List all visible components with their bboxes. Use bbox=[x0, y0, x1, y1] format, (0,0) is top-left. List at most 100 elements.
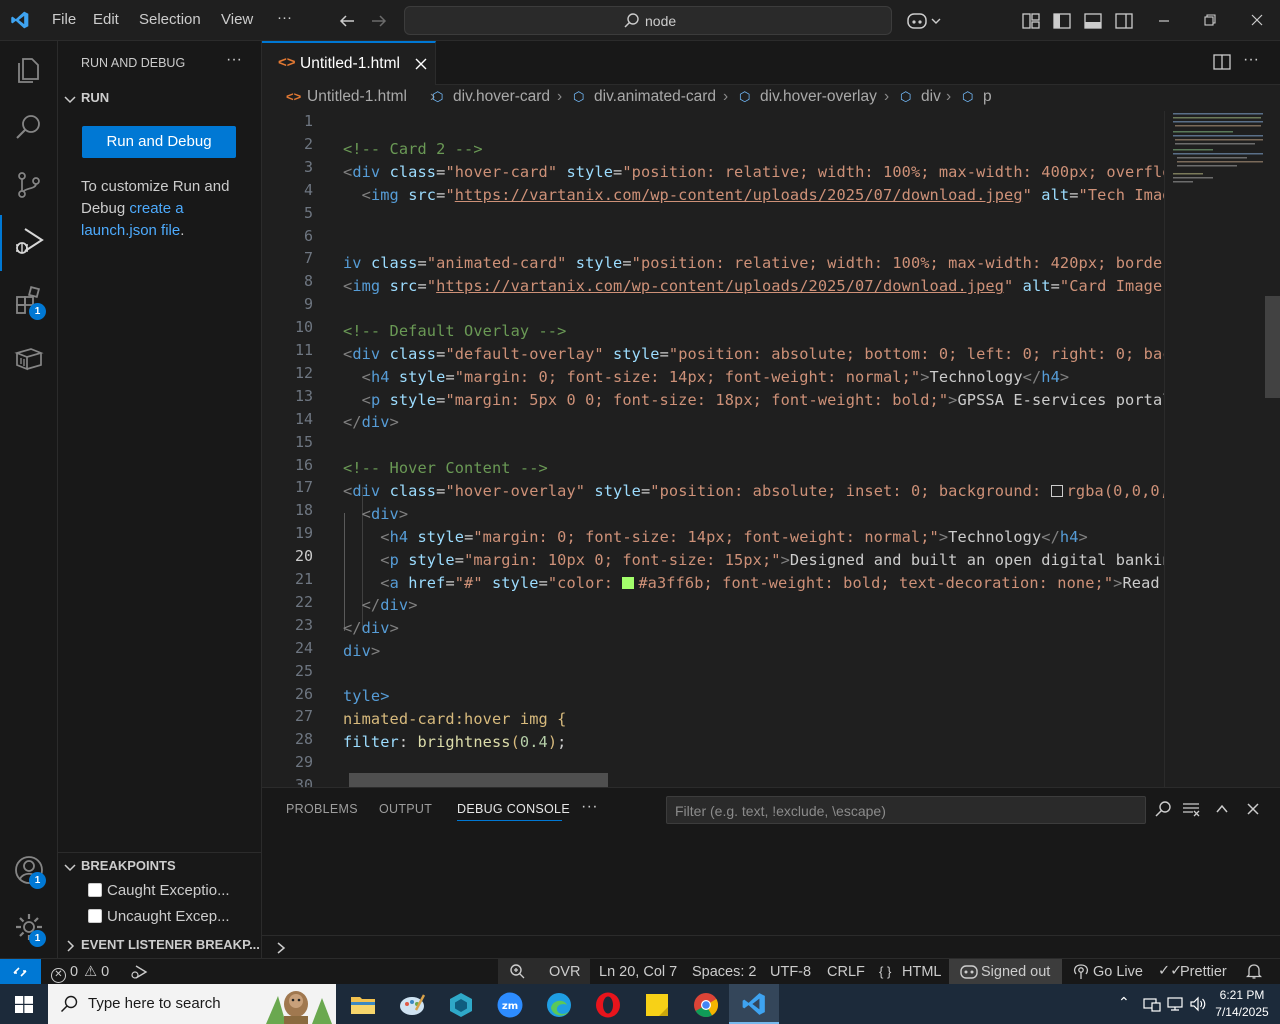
breadcrumb-item[interactable]: Untitled-1.html bbox=[307, 88, 407, 106]
sticky-notes-icon[interactable] bbox=[645, 992, 669, 1018]
account-status[interactable]: Signed out bbox=[949, 959, 1062, 985]
start-button[interactable] bbox=[0, 984, 48, 1024]
notifications-bell-icon[interactable] bbox=[1246, 963, 1262, 980]
code-string: "Card Image" bbox=[1059, 277, 1172, 295]
minimap[interactable] bbox=[1164, 111, 1264, 787]
divider bbox=[58, 852, 261, 853]
extensions-badge: 1 bbox=[29, 303, 46, 320]
title-bar: File Edit Selection View ··· node bbox=[0, 0, 1280, 41]
code-line-3: <div class="hover-card" style="position:… bbox=[343, 163, 1172, 181]
breakpoint-caught-exceptions[interactable]: Caught Exceptio... bbox=[88, 882, 230, 899]
code-url[interactable]: https://vartanix.com/wp-content/uploads/… bbox=[436, 277, 1004, 295]
toggle-secondary-sidebar-icon[interactable] bbox=[1115, 12, 1133, 30]
toggle-primary-sidebar-icon[interactable] bbox=[1053, 12, 1071, 30]
split-editor-icon[interactable] bbox=[1213, 53, 1231, 71]
line-number: 1 bbox=[303, 112, 313, 130]
edge-browser-icon[interactable] bbox=[546, 992, 572, 1018]
run-and-debug-button[interactable]: Run and Debug bbox=[82, 126, 236, 158]
editor-more-icon[interactable]: ··· bbox=[1243, 51, 1259, 69]
debug-console-input[interactable] bbox=[262, 935, 1280, 959]
color-swatch[interactable] bbox=[622, 577, 635, 589]
menu-file[interactable]: File bbox=[52, 11, 76, 28]
breadcrumb-item[interactable]: div.hover-overlay bbox=[760, 88, 877, 106]
tab-debug-console[interactable]: DEBUG CONSOLE bbox=[457, 802, 570, 816]
eol-status[interactable]: CRLF bbox=[827, 964, 865, 980]
restore-icon[interactable] bbox=[1203, 13, 1217, 27]
color-swatch[interactable] bbox=[1050, 485, 1063, 497]
horizontal-scrollbar-thumb[interactable] bbox=[349, 773, 608, 787]
encoding-status[interactable]: UTF-8 bbox=[770, 964, 811, 980]
menu-more[interactable]: ··· bbox=[277, 9, 292, 26]
toggle-panel-icon[interactable] bbox=[1084, 12, 1102, 30]
maximize-panel-icon[interactable] bbox=[1215, 802, 1229, 816]
search-icon[interactable] bbox=[1154, 800, 1172, 818]
back-arrow-icon[interactable] bbox=[338, 12, 356, 30]
minimize-icon[interactable] bbox=[1157, 14, 1171, 28]
close-panel-icon[interactable] bbox=[1246, 802, 1260, 816]
checkbox[interactable] bbox=[88, 909, 102, 923]
volume-icon[interactable] bbox=[1189, 995, 1207, 1013]
menu-view[interactable]: View bbox=[221, 11, 253, 28]
sidebar-more-icon[interactable]: ··· bbox=[226, 51, 242, 69]
prettier-status[interactable]: Prettier bbox=[1180, 964, 1227, 980]
tab-output[interactable]: OUTPUT bbox=[379, 802, 432, 816]
checkbox[interactable] bbox=[88, 883, 102, 897]
command-center[interactable]: node bbox=[404, 6, 892, 35]
breadcrumb-item[interactable]: div bbox=[921, 88, 941, 106]
explorer-icon[interactable] bbox=[13, 53, 45, 85]
menu-selection[interactable]: Selection bbox=[139, 11, 201, 28]
cursor-position[interactable]: Ln 20, Col 7 bbox=[599, 964, 677, 980]
problems-status[interactable]: ✕ 0 ⚠ 0 bbox=[51, 964, 109, 983]
code-string: "color: bbox=[547, 574, 623, 592]
forward-arrow-icon[interactable] bbox=[370, 12, 388, 30]
panel-more-icon[interactable]: ··· bbox=[581, 798, 598, 816]
breadcrumb-item[interactable]: div.animated-card bbox=[594, 88, 716, 106]
remote-explorer-icon[interactable] bbox=[13, 343, 45, 375]
customize-layout-icon[interactable] bbox=[1022, 12, 1040, 30]
go-live-button[interactable]: Go Live bbox=[1093, 964, 1143, 980]
run-debug-icon[interactable] bbox=[13, 225, 45, 257]
debug-console-filter-input[interactable]: Filter (e.g. text, !exclude, \escape) bbox=[666, 796, 1146, 824]
vertical-scrollbar[interactable] bbox=[1265, 111, 1280, 787]
vscode-taskbar-button[interactable] bbox=[729, 984, 779, 1024]
overtype-status[interactable]: OVR bbox=[549, 964, 580, 980]
code-url[interactable]: https://vartanix.com/wp-content/uploads/… bbox=[455, 186, 1023, 204]
breadcrumb-item[interactable]: p bbox=[983, 88, 992, 106]
clear-console-icon[interactable] bbox=[1182, 801, 1200, 817]
run-section-label: RUN bbox=[81, 90, 110, 105]
indentation-status[interactable]: Spaces: 2 bbox=[692, 964, 757, 980]
code-line-13: <p style="margin: 5px 0 0; font-size: 18… bbox=[361, 391, 1172, 409]
source-control-icon[interactable] bbox=[13, 169, 45, 201]
file-explorer-icon[interactable] bbox=[350, 994, 376, 1015]
paint-app-icon[interactable] bbox=[398, 992, 426, 1018]
show-hidden-icons[interactable]: ⌃ bbox=[1118, 994, 1130, 1011]
copilot-icon[interactable] bbox=[906, 11, 942, 31]
opera-browser-icon[interactable] bbox=[595, 992, 621, 1018]
search-icon[interactable] bbox=[13, 111, 45, 143]
zoom-app-icon[interactable]: zm bbox=[497, 992, 523, 1018]
close-tab-icon[interactable] bbox=[415, 58, 427, 70]
taskbar-search[interactable]: Type here to search bbox=[48, 984, 336, 1024]
system-clock[interactable]: 6:21 PM 7/14/2025 bbox=[1210, 987, 1274, 1021]
code-text: Technology bbox=[929, 368, 1023, 386]
zoom-icon[interactable] bbox=[509, 963, 525, 979]
app-hexagon-icon[interactable] bbox=[448, 992, 474, 1018]
breakpoint-uncaught-exceptions[interactable]: Uncaught Excep... bbox=[88, 908, 230, 925]
close-window-icon[interactable] bbox=[1250, 13, 1264, 27]
debug-icon[interactable] bbox=[130, 964, 148, 980]
chrome-browser-icon[interactable] bbox=[693, 992, 719, 1018]
code-string: rgba(0,0,0, bbox=[1066, 482, 1169, 500]
language-mode[interactable]: HTML bbox=[902, 964, 941, 980]
remote-indicator[interactable] bbox=[0, 959, 41, 985]
vertical-scrollbar-thumb[interactable] bbox=[1265, 296, 1280, 398]
network-drive-icon[interactable] bbox=[1143, 996, 1161, 1012]
breadcrumb-item[interactable]: div.hover-card bbox=[453, 88, 550, 106]
tab-untitled-1[interactable]: <> Untitled-1.html bbox=[262, 41, 436, 85]
signed-out-label: Signed out bbox=[981, 964, 1051, 980]
tab-problems[interactable]: PROBLEMS bbox=[286, 802, 358, 816]
event-listener-label: EVENT LISTENER BREAKP... bbox=[81, 937, 260, 952]
menu-edit[interactable]: Edit bbox=[93, 11, 119, 28]
network-icon[interactable] bbox=[1166, 996, 1184, 1012]
code-editor[interactable]: 1 2 3 4 5 6 7 8 9 10 11 12 13 14 15 16 17 18 19 20 21 22 23 24 2… bbox=[262, 111, 1280, 787]
line-number: 20 bbox=[294, 547, 313, 566]
